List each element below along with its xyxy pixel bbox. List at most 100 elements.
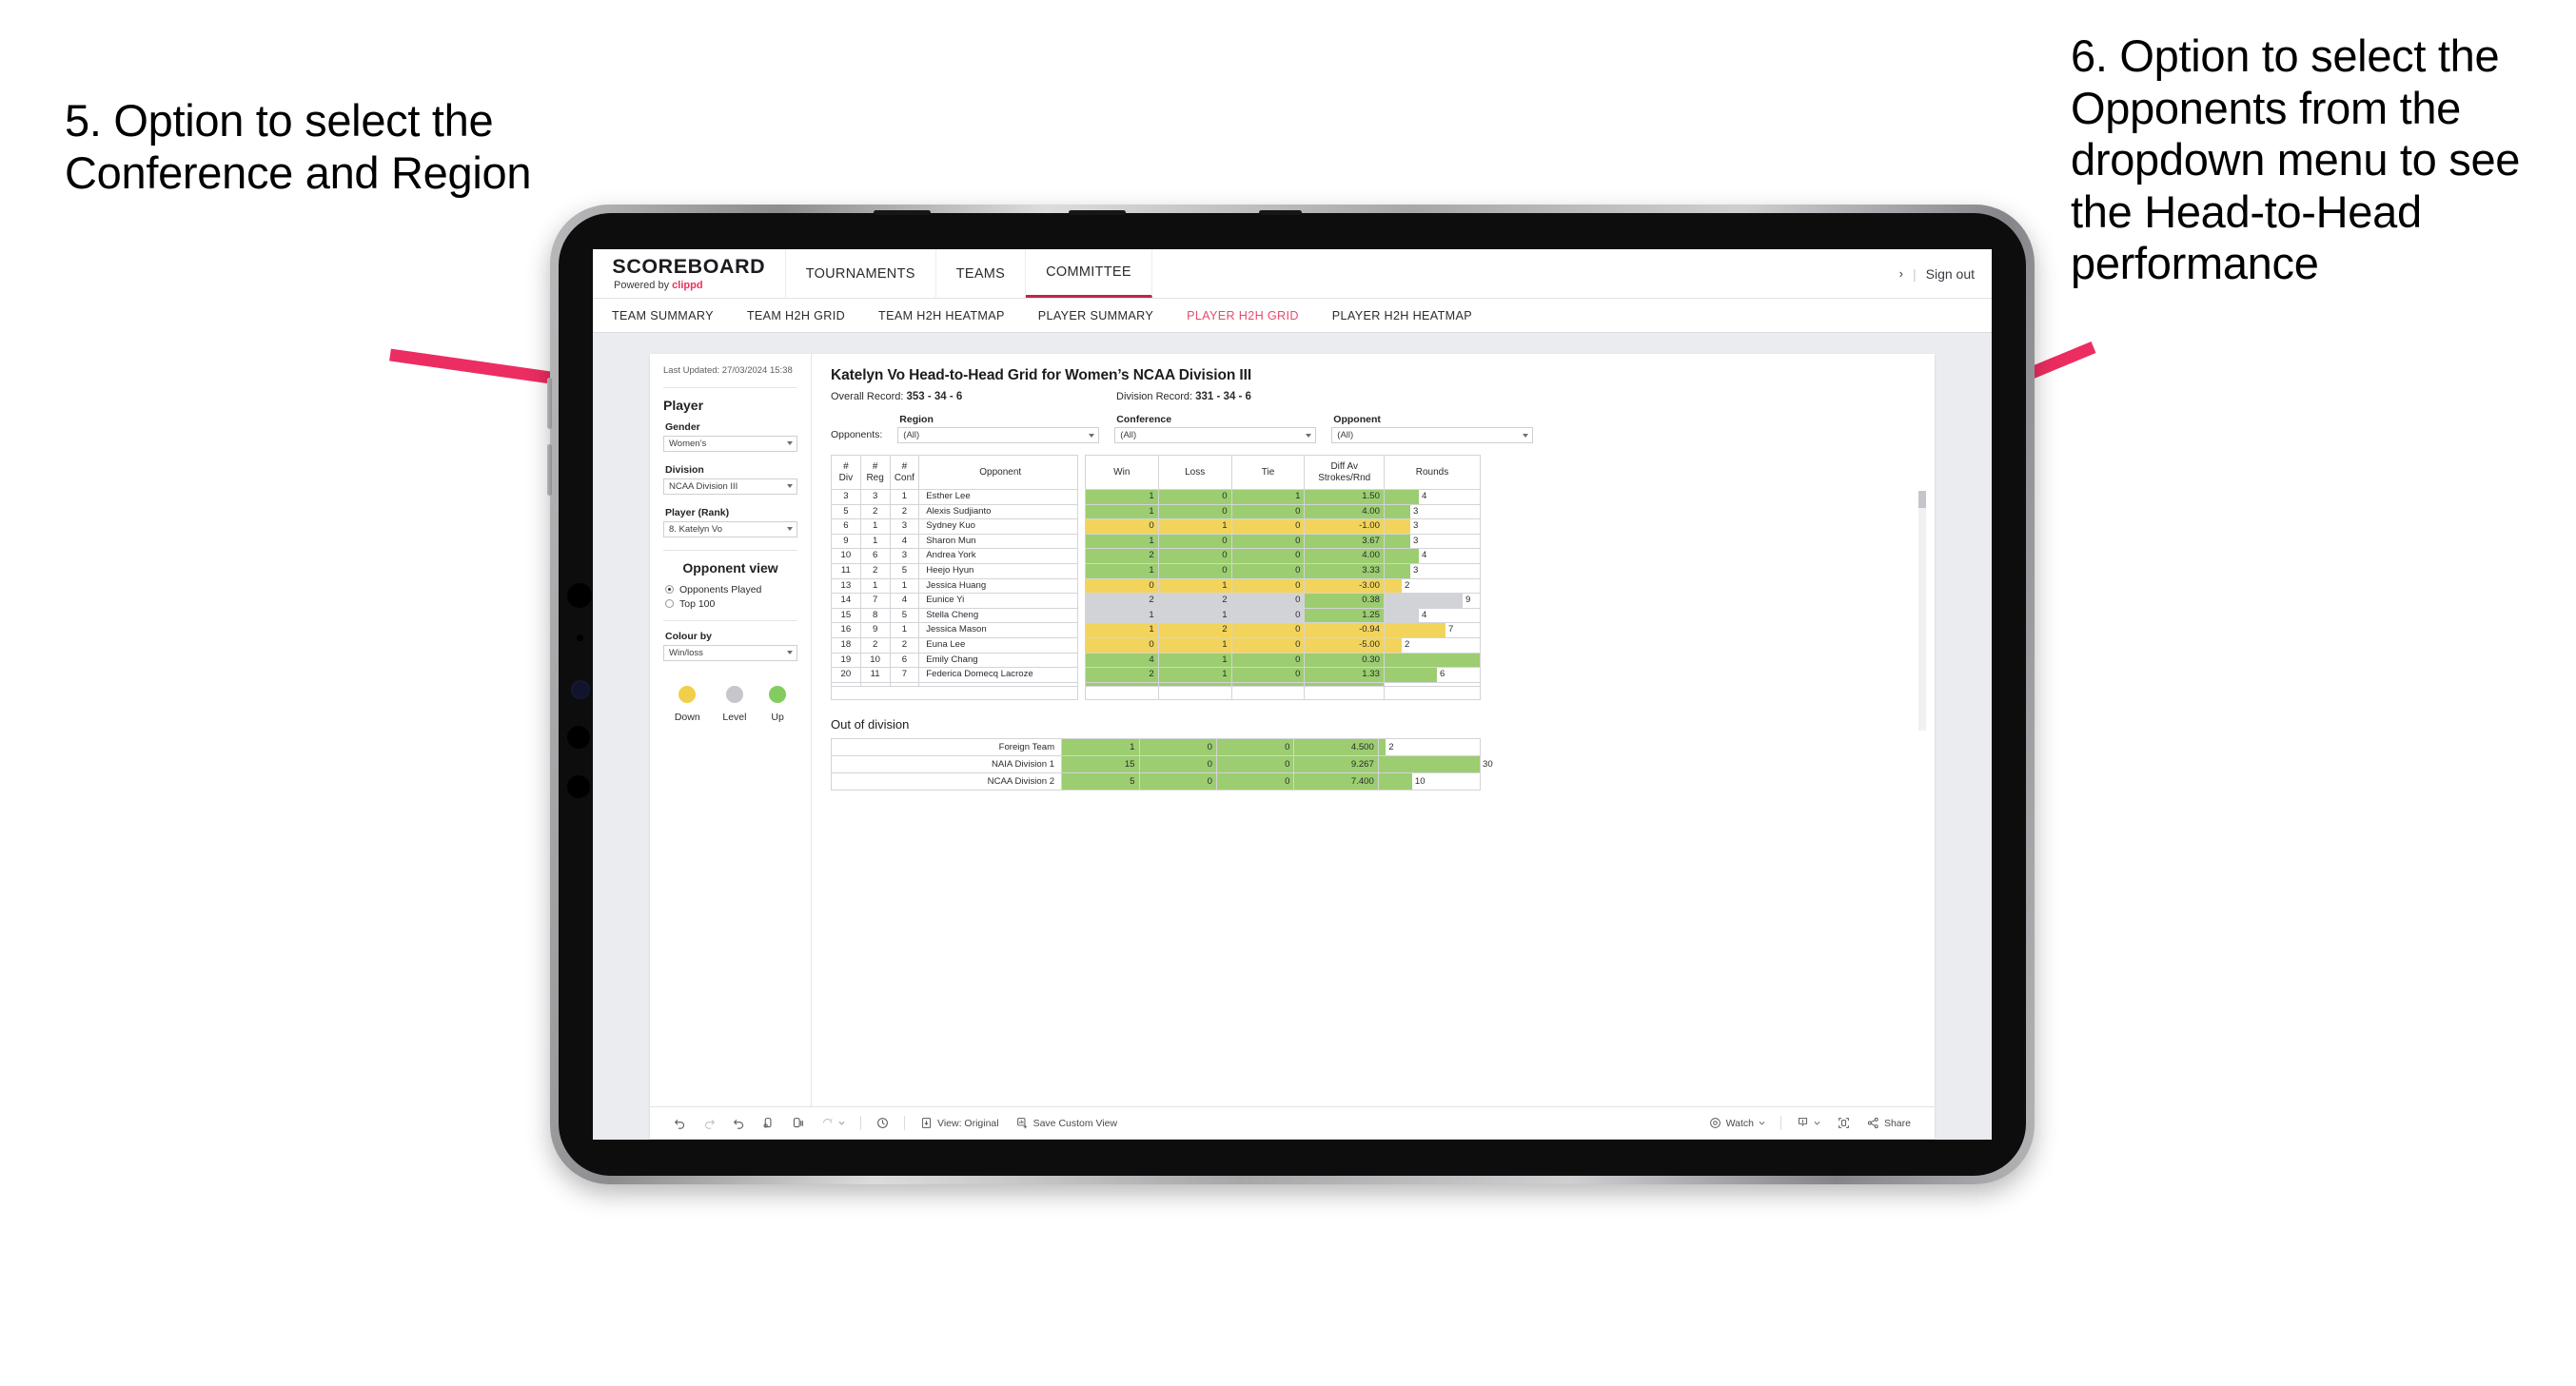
nav-tab-tournaments[interactable]: TOURNAMENTS <box>786 249 936 298</box>
refresh-data-button[interactable] <box>754 1117 783 1129</box>
cell-reg: 3 <box>859 489 891 505</box>
table-row[interactable]: NCAA Division 2 5 0 0 7.400 10 <box>830 772 1482 791</box>
rounds-bar-cell: 4 <box>1385 609 1479 622</box>
save-custom-view-button[interactable]: Save Custom View <box>1008 1117 1127 1129</box>
undo-button[interactable] <box>665 1117 695 1129</box>
overall-record-label: Overall Record: <box>831 391 907 402</box>
col-conf: # Conf <box>889 455 920 490</box>
table-row[interactable]: 15 8 5 Stella Cheng 1 1 0 1.25 4 <box>831 607 1482 624</box>
cell-reg: 2 <box>859 636 891 654</box>
division-select[interactable]: NCAA Division III <box>663 478 797 495</box>
cell-conf: 4 <box>889 533 920 550</box>
redo-button[interactable] <box>695 1117 724 1129</box>
device-preview-button[interactable] <box>1829 1117 1858 1129</box>
toolbar-divider-3 <box>1780 1116 1781 1130</box>
table-row[interactable]: Foreign Team 1 0 0 4.500 2 <box>830 738 1482 757</box>
download-button[interactable] <box>1788 1117 1829 1129</box>
rounds-value: 2 <box>1404 638 1410 650</box>
grid-scrollbar-thumb[interactable] <box>1918 491 1926 508</box>
cell-div: 5 <box>831 503 861 520</box>
conference-select[interactable]: (All) <box>1114 427 1317 443</box>
viz-toolbar: View: Original Save Custom View Watch Sh… <box>650 1106 1935 1139</box>
grid-scrollbar[interactable] <box>1918 491 1926 731</box>
table-row[interactable]: 18 2 2 Euna Lee 0 1 0 -5.00 2 <box>831 636 1482 654</box>
table-row[interactable]: NAIA Division 1 15 0 0 9.267 30 <box>830 755 1493 774</box>
region-select[interactable]: (All) <box>897 427 1100 443</box>
nav-tab-committee[interactable]: COMMITTEE <box>1026 249 1152 298</box>
gender-label: Gender <box>665 420 700 433</box>
overall-record-value: 353 - 34 - 6 <box>906 391 963 402</box>
subnav-player-h2h-grid[interactable]: PLAYER H2H GRID <box>1187 309 1319 322</box>
cell-opponent: Heejo Hyun <box>918 562 1079 579</box>
rounds-value: 9 <box>1465 595 1471 606</box>
cell-conf: 1 <box>889 622 920 638</box>
volume-up-button[interactable] <box>547 378 552 429</box>
view-original-button[interactable]: View: Original <box>912 1117 1008 1129</box>
dashboard-body: Last Updated: 27/03/2024 15:38 Player Ge… <box>650 354 1935 1106</box>
cell-div: 16 <box>831 622 861 638</box>
table-row[interactable]: 16 9 1 Jessica Mason 1 2 0 -0.94 7 <box>831 622 1482 638</box>
rounds-value: 6 <box>1439 669 1445 680</box>
table-row[interactable]: 3 3 1 Esther Lee 1 0 1 1.50 4 <box>831 489 1482 505</box>
subnav-player-h2h-heatmap[interactable]: PLAYER H2H HEATMAP <box>1332 309 1492 322</box>
pause-refresh-dropdown[interactable] <box>813 1117 854 1129</box>
colour-by-select[interactable]: Win/loss <box>663 644 797 661</box>
revert-button[interactable] <box>724 1117 754 1129</box>
table-row[interactable]: 19106Emily Chang4100.3011 <box>831 652 1482 669</box>
rounds-bar-cell: 30 <box>1378 756 1493 773</box>
subnav-team-h2h-heatmap[interactable]: TEAM H2H HEATMAP <box>878 309 1025 322</box>
table-row[interactable]: 11 2 5 Heejo Hyun 1 0 0 3.33 3 <box>831 562 1482 579</box>
radio-top-100[interactable]: Top 100 <box>665 598 797 610</box>
table-empty-filler <box>830 685 1482 701</box>
radio-opponents-played[interactable]: Opponents Played <box>665 584 797 595</box>
cell-gap <box>1077 593 1086 609</box>
cell-rounds: 2 <box>1383 636 1482 654</box>
sign-out-link[interactable]: Sign out <box>1926 266 1975 282</box>
cell-win: 1 <box>1061 738 1140 757</box>
rounds-value: 7 <box>1447 624 1454 635</box>
rounds-value: 10 <box>1414 776 1426 788</box>
cell-gap <box>1077 653 1086 668</box>
cell-gap <box>1077 518 1086 535</box>
pause-auto-update-button[interactable] <box>783 1117 813 1129</box>
cell-diff: 0.38 <box>1304 593 1385 609</box>
opponent-select[interactable]: (All) <box>1331 427 1534 443</box>
rounds-bar <box>1385 549 1419 563</box>
col-conf-bottom: Conf <box>894 472 914 483</box>
subnav-player-summary[interactable]: PLAYER SUMMARY <box>1038 309 1173 322</box>
chevron-down-icon <box>787 527 793 532</box>
table-row[interactable]: 10 6 3 Andrea York 2 0 0 4.00 4 <box>831 548 1482 564</box>
nav-tab-teams[interactable]: TEAMS <box>936 249 1027 298</box>
table-row[interactable]: 6 1 3 Sydney Kuo 0 1 0 -1.00 3 <box>831 518 1482 535</box>
share-button[interactable]: Share <box>1858 1117 1919 1129</box>
rounds-value: 2 <box>1404 579 1410 591</box>
col-div-bottom: Div <box>838 472 854 483</box>
cell-conf: 2 <box>889 636 920 654</box>
watch-button[interactable]: Watch <box>1701 1117 1774 1129</box>
table-row[interactable]: 20 11 7 Federica Domecq Lacroze 2 1 0 1.33 6 <box>831 667 1482 683</box>
filler-tie <box>1230 685 1306 701</box>
radio-icon-selected <box>665 585 674 595</box>
table-row[interactable]: 14 7 4 Eunice Yi 2 2 0 0.38 9 <box>831 593 1482 609</box>
cell-win: 1 <box>1084 607 1159 624</box>
subnav-team-h2h-grid[interactable]: TEAM H2H GRID <box>747 309 865 322</box>
col-conf-top: # <box>901 461 908 472</box>
table-row[interactable]: 9 1 4 Sharon Mun 1 0 0 3.67 3 <box>831 533 1482 550</box>
gender-select[interactable]: Women’s <box>663 435 797 452</box>
screenshot-root: 5. Option to select the Conference and R… <box>0 0 2576 1386</box>
cell-loss: 0 <box>1157 562 1232 579</box>
volume-down-button[interactable] <box>547 444 552 496</box>
cell-conf: 1 <box>889 489 920 505</box>
player-rank-select[interactable]: 8. Katelyn Vo <box>663 520 797 537</box>
chevron-right-icon[interactable]: › <box>1899 266 1903 281</box>
cell-loss: 1 <box>1157 636 1232 654</box>
cell-div: 10 <box>831 548 861 564</box>
cell-win: 4 <box>1084 652 1159 669</box>
table-row[interactable]: 13 1 1 Jessica Huang 0 1 0 -3.00 2 <box>831 577 1482 595</box>
pause-updates-button[interactable] <box>868 1117 897 1129</box>
table-row[interactable]: 5 2 2 Alexis Sudjianto 1 0 0 4.00 3 <box>831 503 1482 520</box>
tablet-speaker-1 <box>874 210 931 215</box>
conference-value: (All) <box>1120 430 1137 440</box>
subnav-team-summary[interactable]: TEAM SUMMARY <box>612 309 734 322</box>
cell-opponent: Sharon Mun <box>918 533 1079 550</box>
